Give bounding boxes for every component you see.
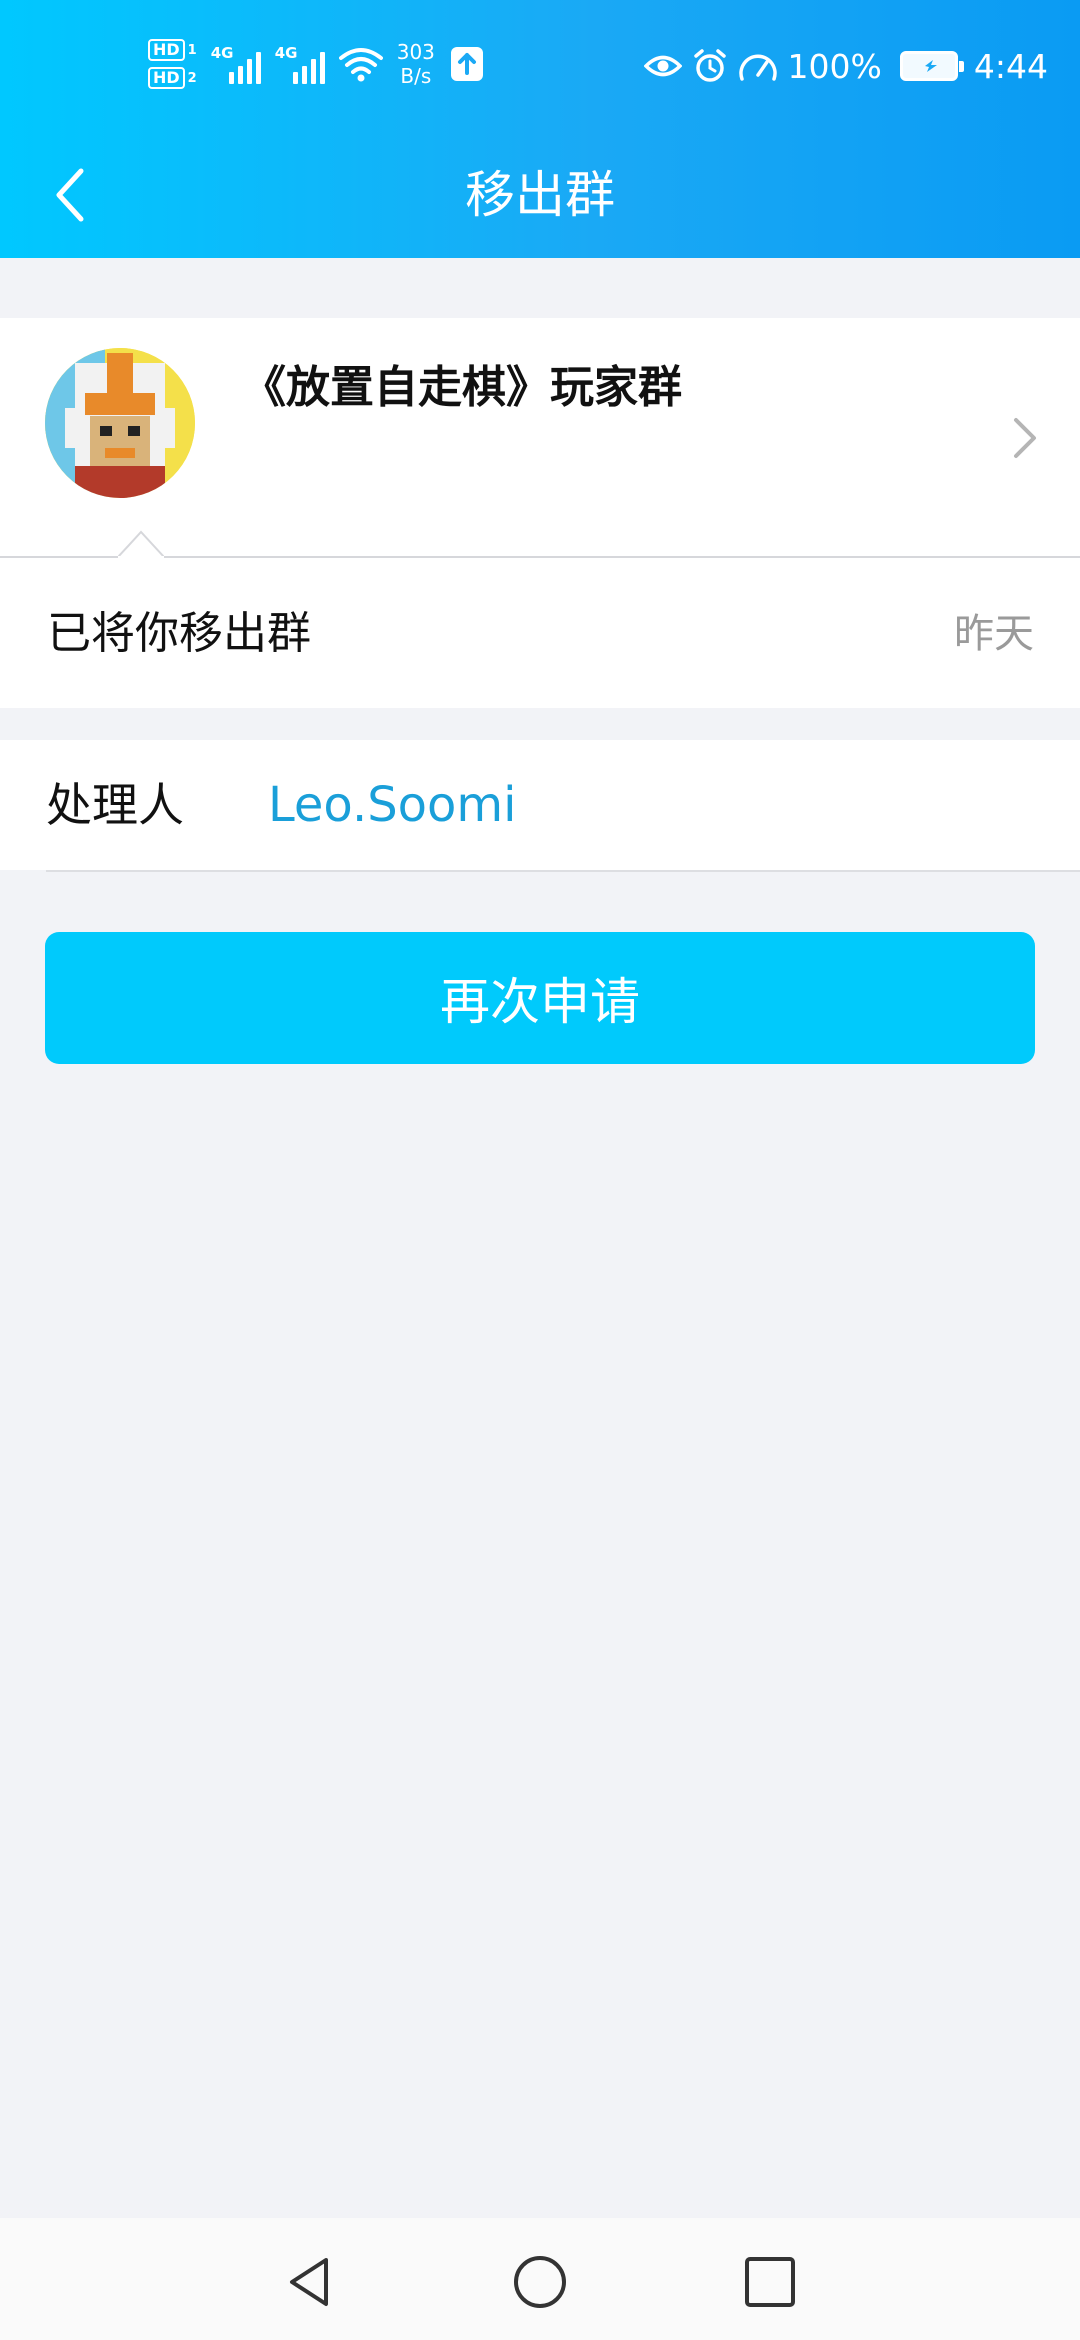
upload-icon (450, 47, 483, 81)
removal-notice: 已将你移出群 昨天 (0, 558, 1080, 708)
home-circle-icon[interactable] (512, 2254, 568, 2310)
status-bar: HD 1 HD 2 4G 4G 303 B/s 100% 4:44 (0, 0, 1080, 135)
network-type-1: 4G (210, 44, 234, 62)
speed-value: 303 (396, 40, 435, 64)
hd-indicator-2: HD 2 (148, 67, 197, 89)
network-speed: 303 B/s (397, 40, 435, 88)
navigation-bar (0, 2218, 1080, 2340)
notice-message: 已将你移出群 (47, 608, 311, 659)
recents-square-icon[interactable] (742, 2254, 798, 2310)
status-left: HD 1 HD 2 4G 4G 303 B/s (148, 34, 483, 94)
hd-indicators: HD 1 HD 2 (148, 39, 197, 89)
status-time: 4:44 (973, 46, 1048, 86)
signal-icon-2: 4G (275, 44, 325, 84)
battery-charging-icon (899, 51, 964, 81)
hd-num-2: 2 (187, 70, 197, 86)
handler-name-link[interactable]: Leo.Soomi (268, 775, 517, 835)
network-type-2: 4G (274, 44, 298, 62)
app-header: HD 1 HD 2 4G 4G 303 B/s 100% 4:44 移出群 (0, 0, 1080, 258)
wifi-icon (338, 48, 383, 82)
back-triangle-icon[interactable] (282, 2254, 338, 2310)
speed-unit: B/s (400, 64, 432, 88)
hd-num-1: 1 (187, 42, 197, 58)
notice-time: 昨天 (954, 611, 1034, 657)
signal-icon-1: 4G (211, 44, 261, 84)
handler-divider (46, 870, 1080, 872)
hd-label-2: HD (148, 67, 185, 89)
pointer-notch (118, 530, 164, 558)
handler-row: 处理人 Leo.Soomi (0, 740, 1080, 870)
eye-icon (643, 55, 682, 77)
hd-indicator-1: HD 1 (148, 39, 197, 61)
status-right: 100% 4:44 (643, 38, 1048, 94)
speedometer-icon (738, 54, 777, 81)
title-bar: 移出群 (0, 135, 1080, 258)
chevron-right-icon (1014, 418, 1036, 458)
handler-label: 处理人 (46, 778, 184, 832)
group-avatar[interactable] (45, 348, 195, 498)
group-name: 《放置自走棋》玩家群 (242, 362, 682, 413)
battery-percent: 100% (787, 46, 882, 86)
group-card[interactable]: 《放置自走棋》玩家群 (0, 318, 1080, 556)
page-title: 移出群 (465, 166, 615, 224)
reapply-button[interactable]: 再次申请 (45, 932, 1035, 1064)
hd-label-1: HD (148, 39, 185, 61)
alarm-icon (693, 49, 726, 82)
